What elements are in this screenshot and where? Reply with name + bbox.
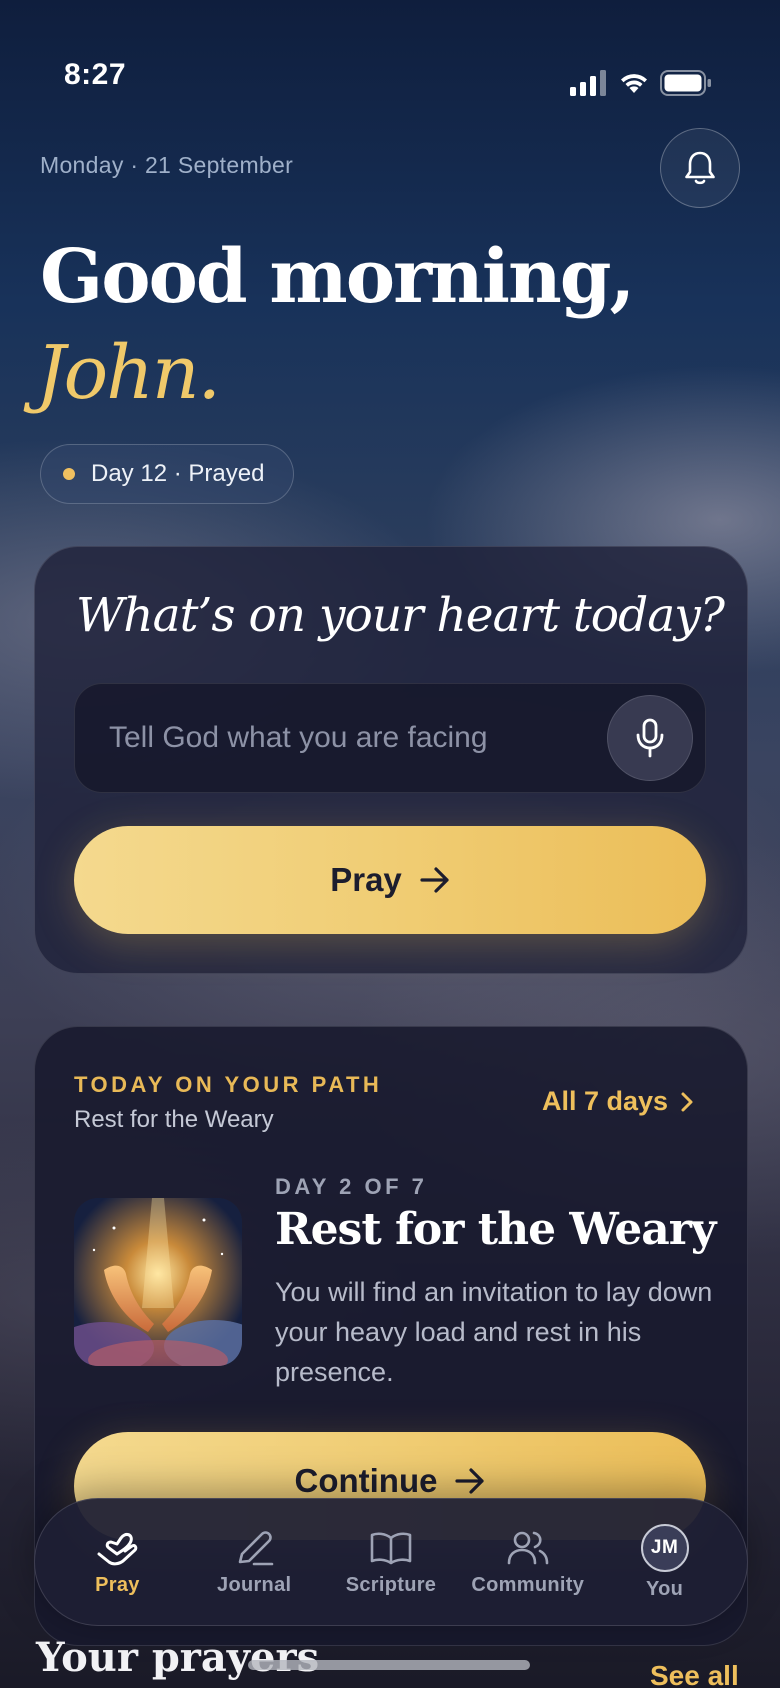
people-icon: [507, 1531, 549, 1564]
see-all-link[interactable]: See all: [650, 1660, 739, 1688]
wifi-icon: [621, 74, 647, 93]
tab-you[interactable]: JM You: [600, 1523, 730, 1601]
tab-label: Scripture: [345, 1573, 437, 1596]
streak-dot: [63, 468, 75, 480]
tab-journal[interactable]: Journal: [189, 1528, 319, 1597]
path-name: Rest for the Weary: [74, 1106, 274, 1133]
pray-button-label: Pray: [330, 861, 402, 898]
open-book-icon: [370, 1531, 412, 1564]
tab-bar: Pray Journal Scripture Community JM You: [34, 1498, 748, 1626]
home-indicator[interactable]: [248, 1660, 530, 1670]
greeting-name: John.: [36, 330, 221, 416]
status-icons: [570, 68, 715, 98]
tab-pray[interactable]: Pray: [52, 1528, 182, 1597]
arrow-right-icon: [420, 867, 449, 893]
date-text: Monday · 21 September: [40, 152, 294, 178]
your-prayers-heading: Your prayers: [36, 1634, 320, 1681]
all-days-link[interactable]: All 7 days: [542, 1086, 694, 1117]
greeting-heading: Good morning,: [40, 234, 635, 320]
path-thumbnail-image: [74, 1198, 242, 1366]
status-time: 8:27: [64, 58, 127, 91]
path-eyebrow: TODAY ON YOUR PATH: [74, 1072, 383, 1097]
streak-text: Day 12 · Prayed: [91, 460, 265, 487]
avatar: JM: [640, 1523, 689, 1572]
prayer-input-field: [74, 683, 706, 793]
prayer-card-heading: What’s on your heart today?: [76, 588, 725, 643]
pencil-icon: [238, 1530, 274, 1565]
bell-icon: [685, 151, 715, 185]
path-description: You will find an invitation to lay down …: [275, 1277, 713, 1387]
chevron-right-icon: [681, 1092, 693, 1111]
streak-badge: Day 12 · Prayed: [40, 444, 294, 504]
notifications-button[interactable]: [660, 128, 740, 208]
tab-label: You: [645, 1577, 684, 1600]
tab-scripture[interactable]: Scripture: [326, 1528, 456, 1597]
voice-input-button[interactable]: [607, 695, 693, 781]
praying-hands-icon: [97, 1532, 138, 1565]
tab-label: Community: [471, 1573, 585, 1596]
battery-icon: [660, 70, 711, 96]
pray-button[interactable]: Pray: [74, 826, 706, 934]
tab-label: Pray: [95, 1573, 140, 1596]
arrow-right-icon: [455, 1468, 485, 1494]
path-title: Rest for the Weary: [275, 1204, 716, 1255]
microphone-icon: [636, 718, 664, 758]
tab-community[interactable]: Community: [463, 1528, 593, 1597]
all-days-label: All 7 days: [542, 1086, 669, 1116]
prayer-text-input[interactable]: [75, 721, 607, 755]
path-day-label: DAY 2 OF 7: [275, 1174, 428, 1199]
cellular-signal-icon: [570, 70, 606, 96]
continue-button-label: Continue: [294, 1462, 438, 1499]
tab-label: Journal: [217, 1573, 292, 1596]
